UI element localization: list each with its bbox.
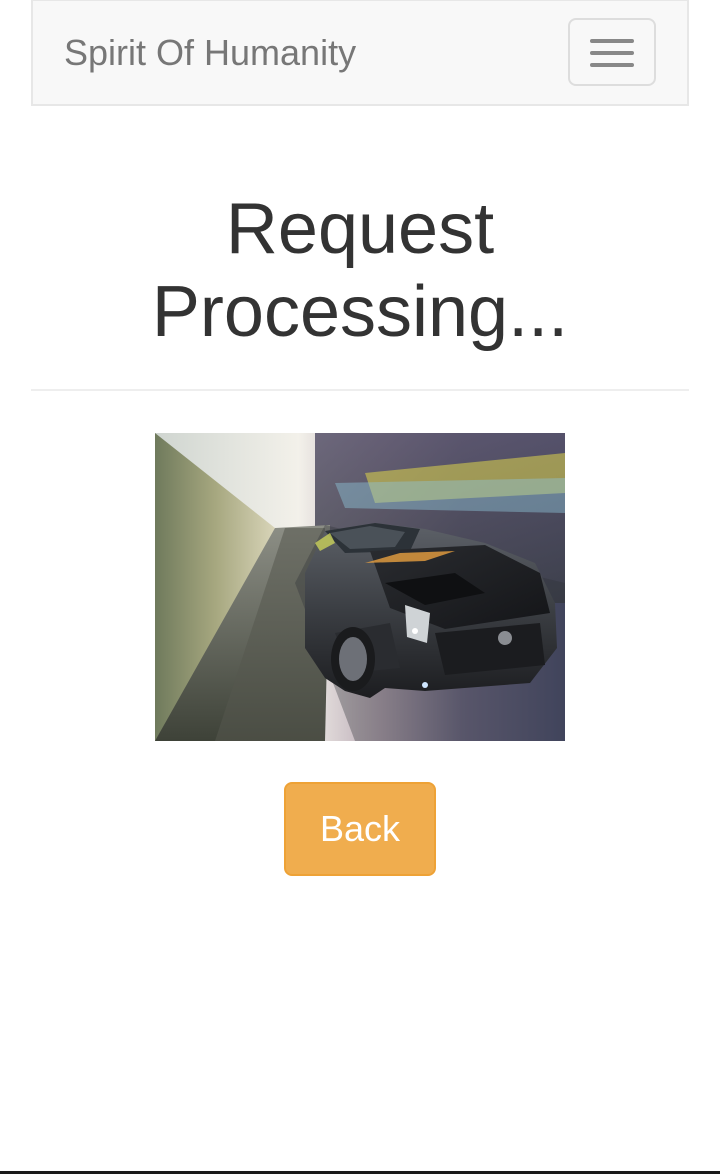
hamburger-menu-icon bbox=[590, 51, 634, 55]
navbar-brand[interactable]: Spirit Of Humanity bbox=[64, 32, 356, 74]
back-button[interactable]: Back bbox=[284, 782, 436, 876]
page-title: Request Processing... bbox=[151, 189, 569, 352]
car-image bbox=[155, 433, 565, 741]
navbar-toggle-button[interactable] bbox=[568, 18, 656, 86]
divider bbox=[31, 389, 689, 391]
page: Spirit Of Humanity Request Processing... bbox=[0, 0, 720, 1174]
navbar: Spirit Of Humanity bbox=[31, 0, 689, 106]
hamburger-menu-icon bbox=[590, 39, 634, 43]
hamburger-menu-icon bbox=[590, 63, 634, 67]
